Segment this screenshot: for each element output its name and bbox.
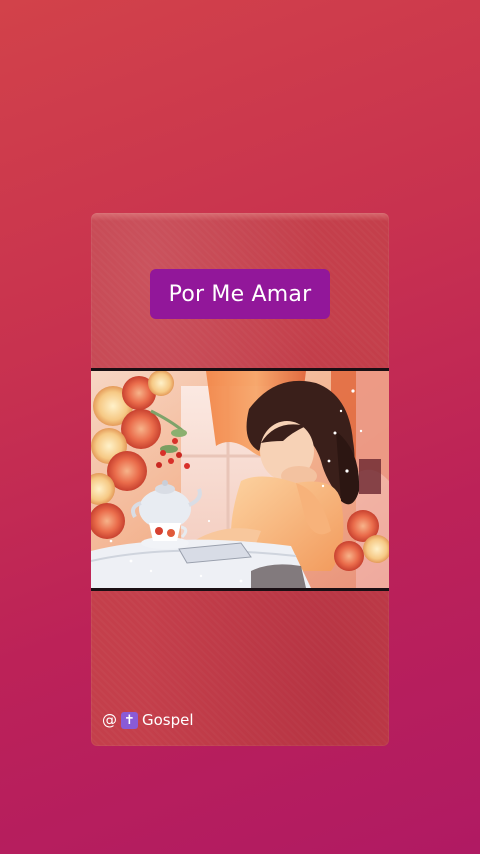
story-title-badge: Por Me Amar <box>150 269 330 319</box>
handle-text: Gospel <box>142 711 194 729</box>
story-title: Por Me Amar <box>168 281 312 307</box>
story-card: Por Me Amar @ ✝ Gospel <box>91 213 389 746</box>
user-handle[interactable]: @ ✝ Gospel <box>102 711 194 729</box>
handle-prefix: @ <box>102 711 117 729</box>
latin-cross-icon: ✝ <box>121 711 138 729</box>
painting-illustration <box>91 371 389 588</box>
story-photo <box>91 368 389 591</box>
card-top-edge <box>91 213 389 221</box>
